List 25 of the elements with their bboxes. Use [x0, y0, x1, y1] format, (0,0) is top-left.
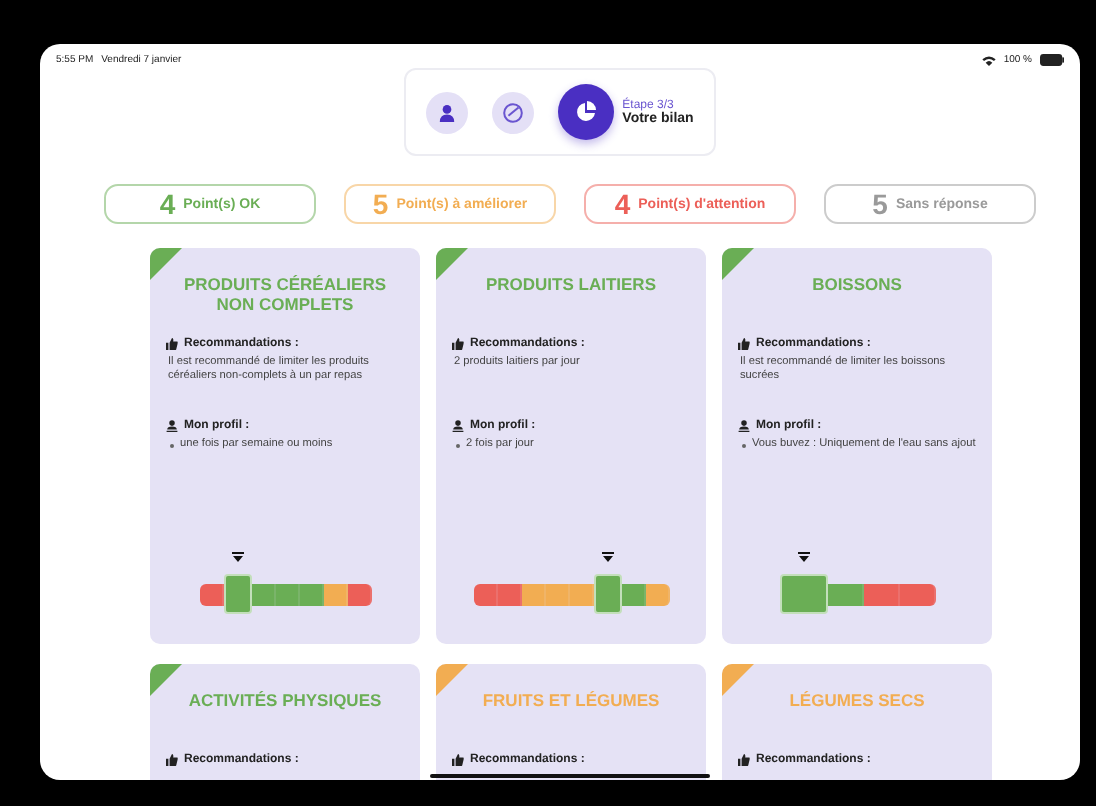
thumbs-up-icon [166, 338, 178, 350]
step-button[interactable] [426, 91, 469, 133]
wifi-icon [981, 55, 996, 65]
pie-chart-icon [574, 100, 599, 124]
user-icon [438, 103, 457, 121]
user-icon [738, 420, 750, 432]
thumbs-up-icon [452, 754, 464, 766]
card-title: ACTIVITÉS PHYSIQUES [186, 688, 384, 714]
card-title: PRODUITS CÉRÉALIERS NON COMPLETS [181, 272, 389, 318]
step-button[interactable] [558, 84, 615, 140]
card-title: FRUITS ET LÉGUMES [480, 688, 662, 714]
user-icon [452, 420, 464, 432]
card-title: BOISSONS [810, 272, 904, 298]
thumbs-up-icon [738, 338, 750, 350]
battery-icon [1040, 54, 1064, 66]
step-button[interactable] [492, 91, 535, 133]
card-title: PRODUITS LAITIERS [483, 272, 658, 298]
thumbs-up-icon [166, 754, 178, 766]
pointer-icon [231, 552, 243, 562]
user-icon [166, 420, 178, 432]
card-title: LÉGUMES SECS [787, 688, 927, 714]
thumbs-up-icon [738, 754, 750, 766]
pointer-icon [797, 552, 809, 562]
thumbs-up-icon [452, 338, 464, 350]
pointer-icon [601, 552, 613, 562]
